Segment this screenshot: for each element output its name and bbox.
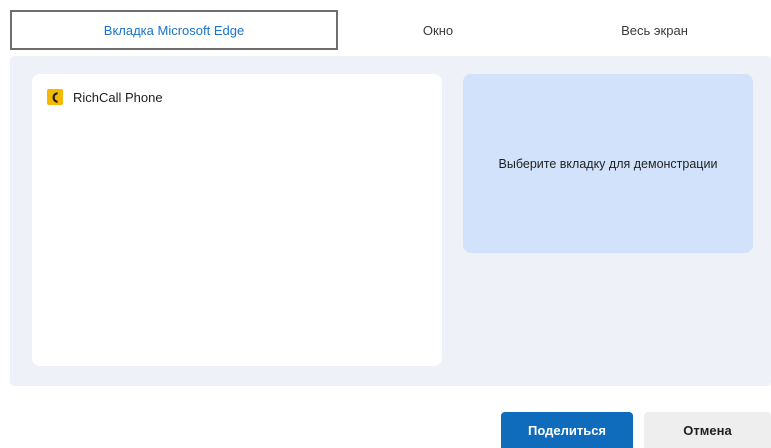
tab-edge[interactable]: Вкладка Microsoft Edge [10,10,338,50]
list-item-label: RichCall Phone [73,89,163,105]
preview-message: Выберите вкладку для демонстрации [498,156,718,171]
source-tabs: Вкладка Microsoft Edge Окно Весь экран [10,10,771,50]
phone-handset-icon [52,91,58,103]
preview-area: Выберите вкладку для демонстрации [463,74,753,253]
tab-entire-screen[interactable]: Весь экран [538,10,771,50]
share-button[interactable]: Поделиться [501,412,633,448]
tab-window[interactable]: Окно [338,10,538,50]
list-item[interactable]: RichCall Phone [47,86,163,108]
content-panel: RichCall Phone Выберите вкладку для демо… [10,56,771,386]
richcall-phone-icon [47,89,63,105]
tab-list: RichCall Phone [32,74,442,366]
cancel-button[interactable]: Отмена [644,412,771,448]
